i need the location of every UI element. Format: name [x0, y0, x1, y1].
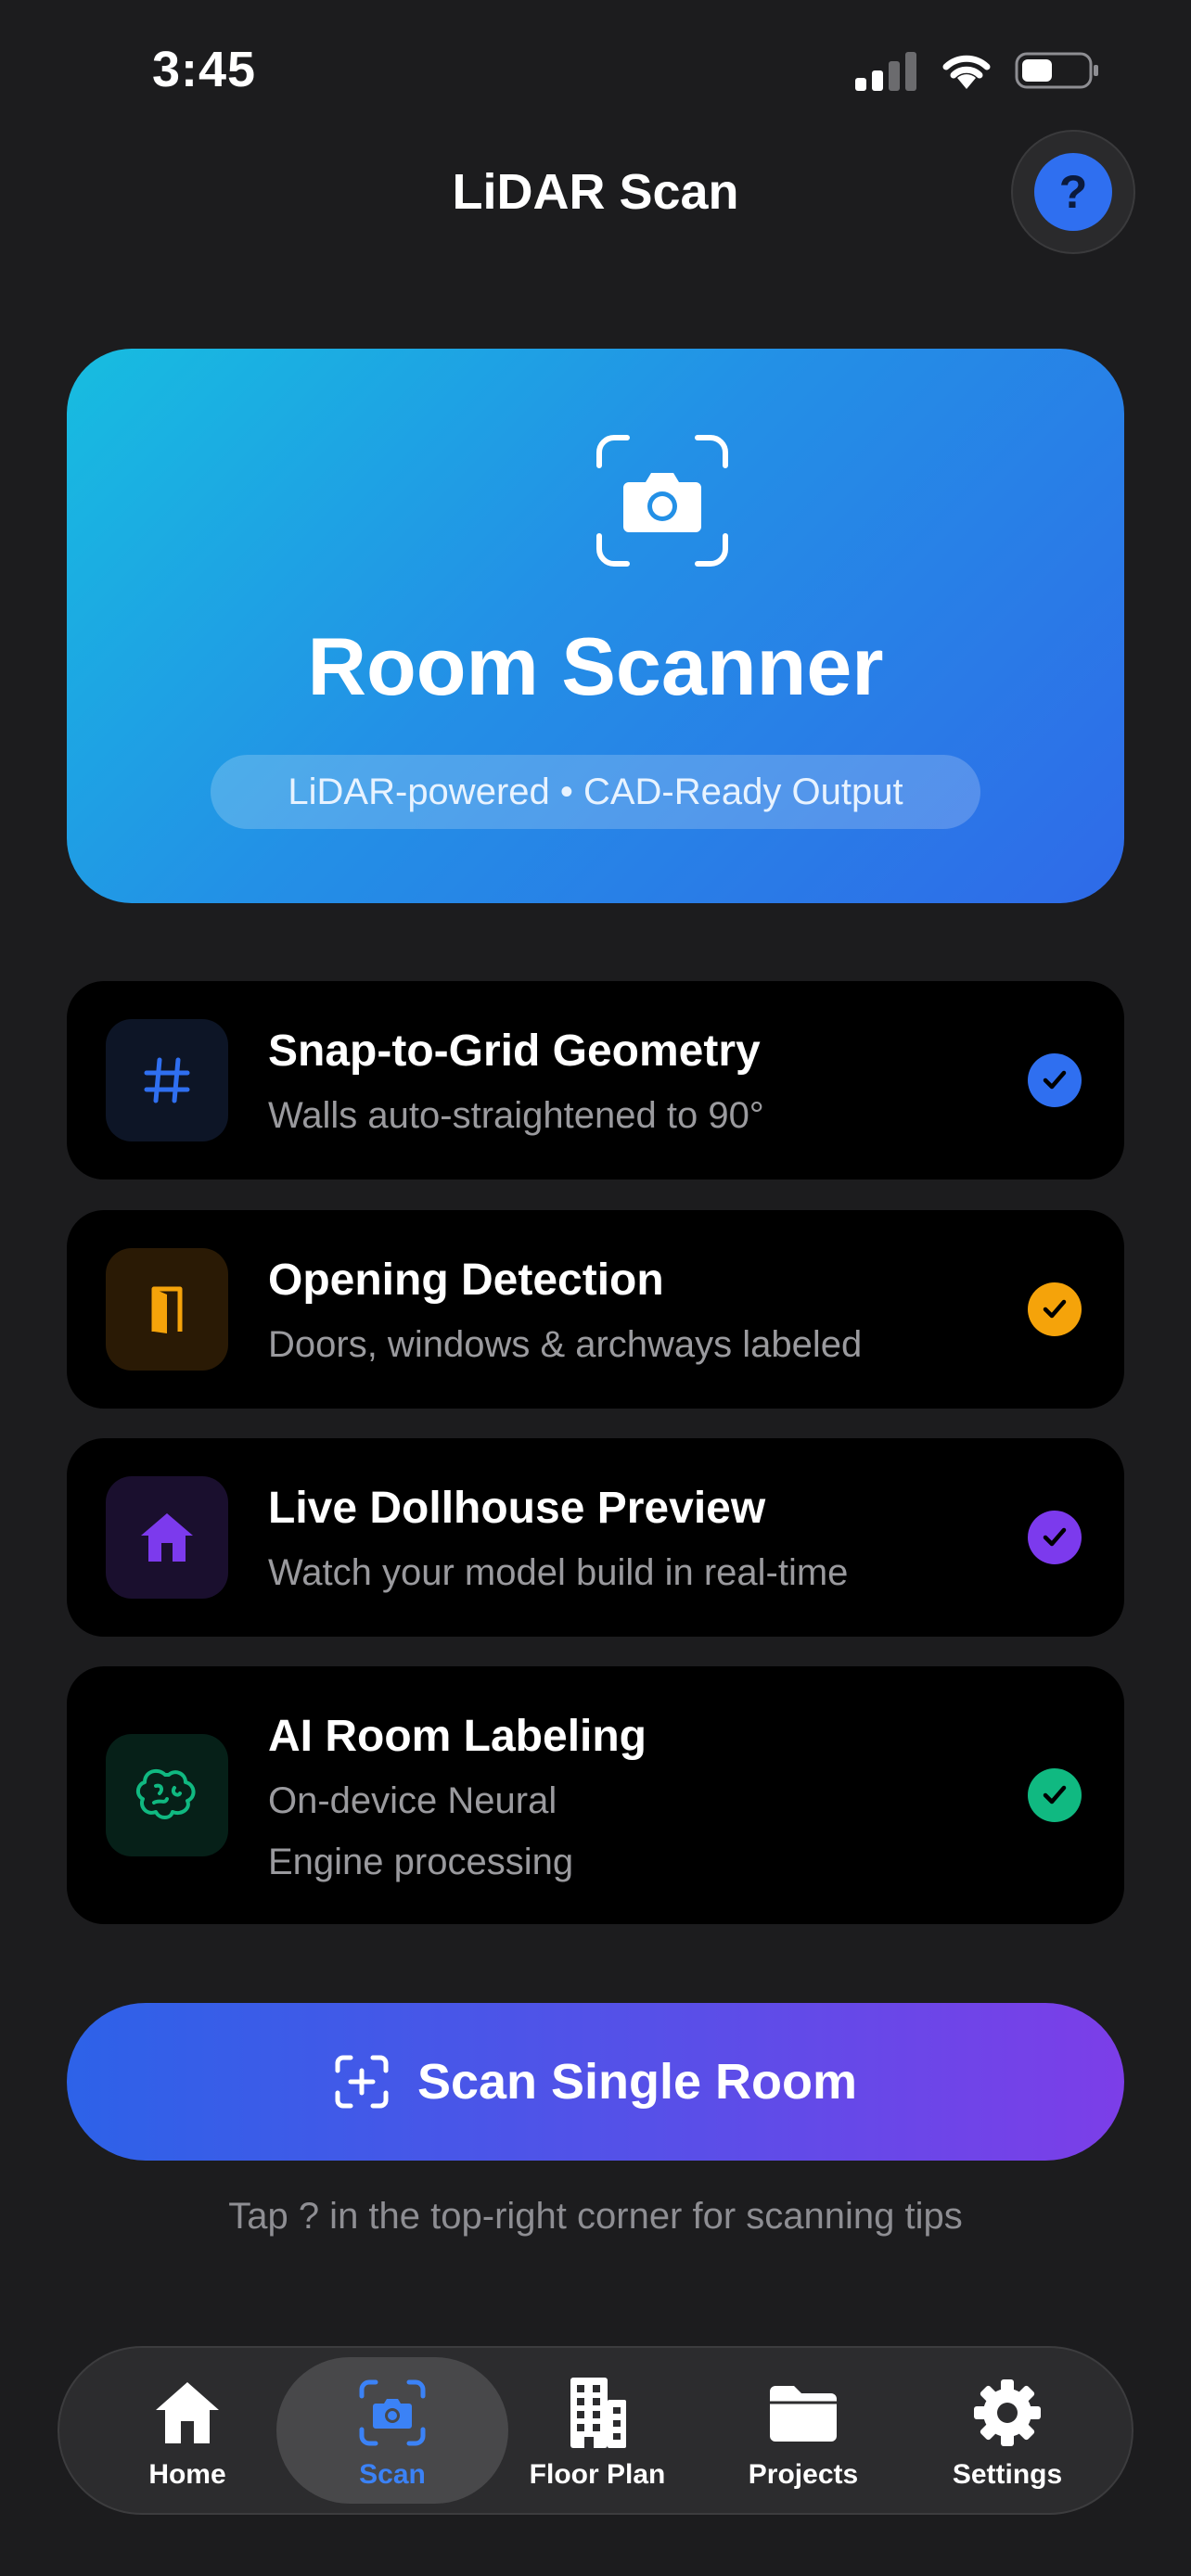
wifi-icon — [942, 55, 991, 89]
tab-label: Projects — [748, 2459, 859, 2490]
feature-card-snap-to-grid: Snap-to-Grid Geometry Walls auto-straigh… — [67, 981, 1124, 1180]
cellular-signal-icon — [855, 48, 920, 91]
tab-label: Floor Plan — [529, 2459, 666, 2490]
battery-icon — [1015, 52, 1098, 89]
feature-subtitle: Watch your model build in real-time — [268, 1552, 849, 1593]
house-icon — [141, 1513, 193, 1562]
feature-subtitle: Doors, windows & archways labeled — [268, 1324, 863, 1365]
help-icon: ? — [1034, 153, 1112, 231]
grid-icon — [144, 1057, 190, 1103]
status-time: 3:45 — [152, 42, 257, 97]
tab-projects[interactable]: Projects — [701, 2357, 905, 2504]
tab-bar: Home Scan Floor Plan Projects Settings — [58, 2346, 1133, 2515]
door-icon — [151, 1286, 183, 1333]
tab-label: Scan — [359, 2459, 426, 2490]
scanning-tips-hint: Tap ? in the top-right corner for scanni… — [228, 2196, 963, 2237]
scan-button-label: Scan Single Room — [416, 2054, 858, 2110]
tab-label: Settings — [952, 2459, 1063, 2490]
feature-card-opening-detection: Opening Detection Doors, windows & archw… — [67, 1210, 1124, 1409]
check-icon — [1028, 1511, 1082, 1564]
folder-icon — [770, 2386, 837, 2442]
feature-title: Opening Detection — [268, 1256, 664, 1305]
feature-subtitle: Engine processing — [268, 1842, 574, 1882]
tab-settings[interactable]: Settings — [905, 2357, 1109, 2504]
building-icon — [570, 2378, 626, 2448]
feature-card-ai-room-labeling: AI Room Labeling On-device Neural Engine… — [67, 1666, 1124, 1924]
feature-icon-box — [106, 1248, 228, 1371]
feature-icon-box — [106, 1019, 228, 1141]
house-icon — [156, 2382, 219, 2443]
feature-icon-box — [106, 1476, 228, 1599]
scan-plus-icon — [335, 2055, 389, 2109]
feature-subtitle: Walls auto-straightened to 90° — [268, 1095, 764, 1136]
check-icon — [1028, 1282, 1082, 1336]
feature-title: AI Room Labeling — [268, 1712, 647, 1761]
help-button[interactable]: ? — [1011, 130, 1135, 254]
feature-title: Snap-to-Grid Geometry — [268, 1027, 761, 1076]
feature-subtitle: On-device Neural — [268, 1780, 557, 1821]
feature-icon-box — [106, 1734, 228, 1856]
hero-card: Room Scanner LiDAR-powered • CAD-Ready O… — [67, 349, 1124, 903]
hero-title: Room Scanner — [307, 620, 884, 712]
check-icon — [1028, 1768, 1082, 1822]
tab-floor-plan[interactable]: Floor Plan — [495, 2357, 699, 2504]
feature-title: Live Dollhouse Preview — [268, 1484, 766, 1533]
feature-card-dollhouse-preview: Live Dollhouse Preview Watch your model … — [67, 1438, 1124, 1637]
tab-home[interactable]: Home — [85, 2357, 289, 2504]
gear-icon — [974, 2379, 1041, 2446]
status-bar: 3:45 — [0, 0, 1191, 139]
tab-scan[interactable]: Scan — [276, 2357, 508, 2504]
hero-subtitle-badge: LiDAR-powered • CAD-Ready Output — [211, 755, 980, 829]
camera-viewfinder-icon — [359, 2379, 426, 2446]
check-icon — [1028, 1053, 1082, 1107]
tab-label: Home — [148, 2459, 226, 2490]
camera-viewfinder-icon — [596, 435, 728, 567]
brain-icon — [136, 1768, 196, 1819]
scan-single-room-button[interactable]: Scan Single Room — [67, 2003, 1124, 2161]
